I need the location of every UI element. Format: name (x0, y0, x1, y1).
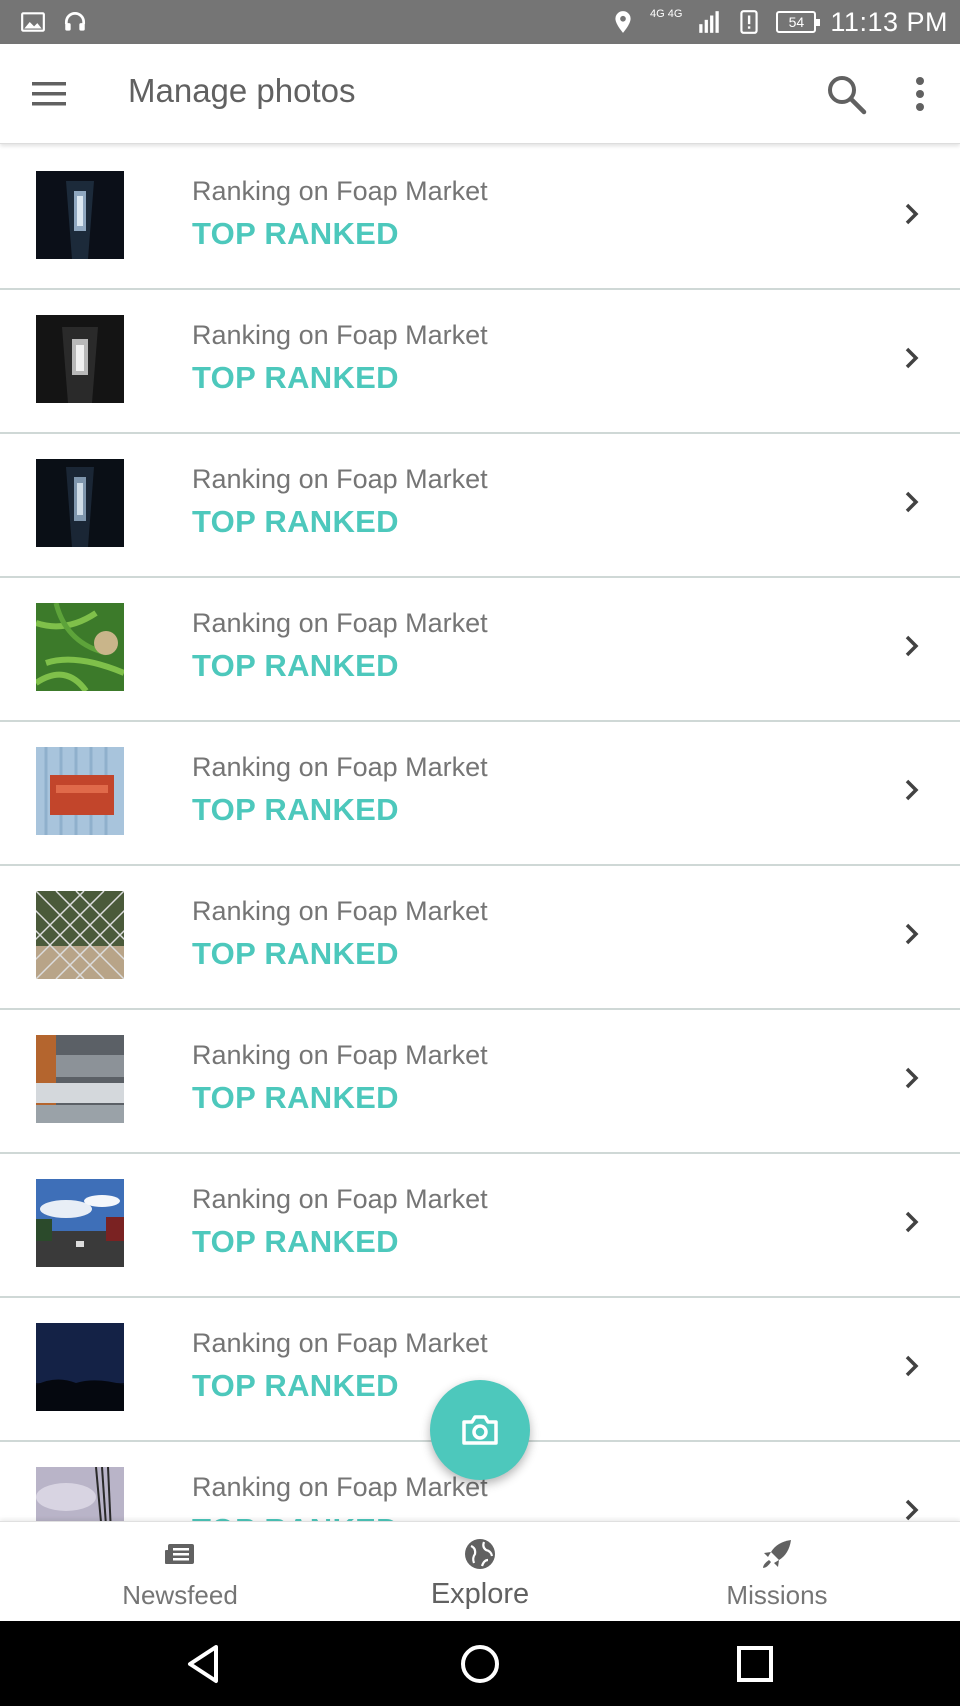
more-vert-icon[interactable] (906, 70, 934, 118)
page-title: Manage photos (128, 72, 356, 109)
nav-item-missions[interactable]: Missions (617, 1522, 937, 1621)
photo-thumbnail (36, 747, 124, 835)
list-item[interactable]: Ranking on Foap Market TOP RANKED (0, 866, 960, 1010)
list-item[interactable]: Ranking on Foap Market TOP RANKED (0, 290, 960, 434)
ranking-label: Ranking on Foap Market (192, 320, 488, 350)
photo-thumbnail (36, 603, 124, 691)
recents-icon[interactable] (730, 1639, 780, 1689)
ranking-status: TOP RANKED (192, 1080, 399, 1115)
rocket-icon (763, 1540, 791, 1568)
photo-thumbnail (36, 891, 124, 979)
ranking-status: TOP RANKED (192, 504, 399, 539)
ranking-label: Ranking on Foap Market (192, 1328, 488, 1358)
headset-icon (64, 11, 86, 31)
image-icon (21, 12, 45, 32)
search-icon[interactable] (822, 70, 870, 118)
system-navigation-bar (0, 1621, 960, 1706)
newsfeed-icon (165, 1544, 194, 1564)
nav-item-newsfeed[interactable]: Newsfeed (20, 1522, 340, 1621)
nav-label: Newsfeed (122, 1580, 238, 1610)
ranking-label: Ranking on Foap Market (192, 1040, 488, 1070)
list-item[interactable]: Ranking on Foap Market TOP RANKED (0, 1010, 960, 1154)
ranking-label: Ranking on Foap Market (192, 752, 488, 782)
list-item[interactable]: Ranking on Foap Market TOP RANKED (0, 146, 960, 290)
ranking-label: Ranking on Foap Market (192, 1472, 488, 1502)
nav-label: Explore (430, 1578, 530, 1610)
ranking-status: TOP RANKED (192, 1368, 399, 1403)
list-item[interactable]: Ranking on Foap Market TOP RANKED (0, 578, 960, 722)
bottom-navigation: Newsfeed Explore Missions (0, 1521, 960, 1621)
ranking-status: TOP RANKED (192, 216, 399, 251)
chevron-right-icon (905, 491, 919, 513)
back-icon[interactable] (180, 1639, 230, 1689)
list-item[interactable]: Ranking on Foap Market TOP RANKED (0, 722, 960, 866)
ranking-status: TOP RANKED (192, 792, 399, 827)
photo-thumbnail (36, 315, 124, 403)
photo-thumbnail (36, 171, 124, 259)
ranking-status: TOP RANKED (192, 1512, 399, 1521)
chevron-right-icon (905, 1499, 919, 1521)
network-label: 4G 4G (650, 8, 683, 20)
chevron-right-icon (905, 1067, 919, 1089)
ranking-label: Ranking on Foap Market (192, 1184, 488, 1214)
alert-icon (740, 10, 759, 34)
signal-icon (699, 11, 720, 33)
chevron-right-icon (905, 1355, 919, 1377)
ranking-label: Ranking on Foap Market (192, 896, 488, 926)
home-icon[interactable] (455, 1639, 505, 1689)
photo-thumbnail (36, 1467, 124, 1521)
nav-item-explore[interactable]: Explore (320, 1522, 640, 1621)
menu-icon[interactable] (30, 74, 70, 114)
chevron-right-icon (905, 635, 919, 657)
ranking-label: Ranking on Foap Market (192, 464, 488, 494)
list-item[interactable]: Ranking on Foap Market TOP RANKED (0, 1154, 960, 1298)
ranking-label: Ranking on Foap Market (192, 608, 488, 638)
photo-thumbnail (36, 459, 124, 547)
photo-thumbnail (36, 1035, 124, 1123)
chevron-right-icon (905, 203, 919, 225)
camera-fab-button[interactable] (430, 1380, 530, 1480)
chevron-right-icon (905, 779, 919, 801)
ranking-status: TOP RANKED (192, 648, 399, 683)
globe-icon (465, 1539, 495, 1569)
battery-level: 54 (788, 14, 805, 30)
ranking-status: TOP RANKED (192, 936, 399, 971)
chevron-right-icon (905, 1211, 919, 1233)
status-time: 11:13 PM (830, 6, 948, 37)
photo-thumbnail (36, 1179, 124, 1267)
chevron-right-icon (905, 347, 919, 369)
battery-icon: 54 (776, 11, 821, 33)
app-bar: Manage photos (0, 44, 960, 144)
ranking-status: TOP RANKED (192, 360, 399, 395)
camera-icon (462, 1415, 498, 1445)
nav-label: Missions (726, 1580, 828, 1610)
ranking-status: TOP RANKED (192, 1224, 399, 1259)
list-item[interactable]: Ranking on Foap Market TOP RANKED (0, 434, 960, 578)
location-icon (615, 11, 631, 33)
photo-list: Ranking on Foap Market TOP RANKED Rankin… (0, 146, 960, 1521)
photo-thumbnail (36, 1323, 124, 1411)
status-bar: 4G 4G 54 11:13 PM (0, 0, 960, 44)
chevron-right-icon (905, 923, 919, 945)
ranking-label: Ranking on Foap Market (192, 176, 488, 206)
